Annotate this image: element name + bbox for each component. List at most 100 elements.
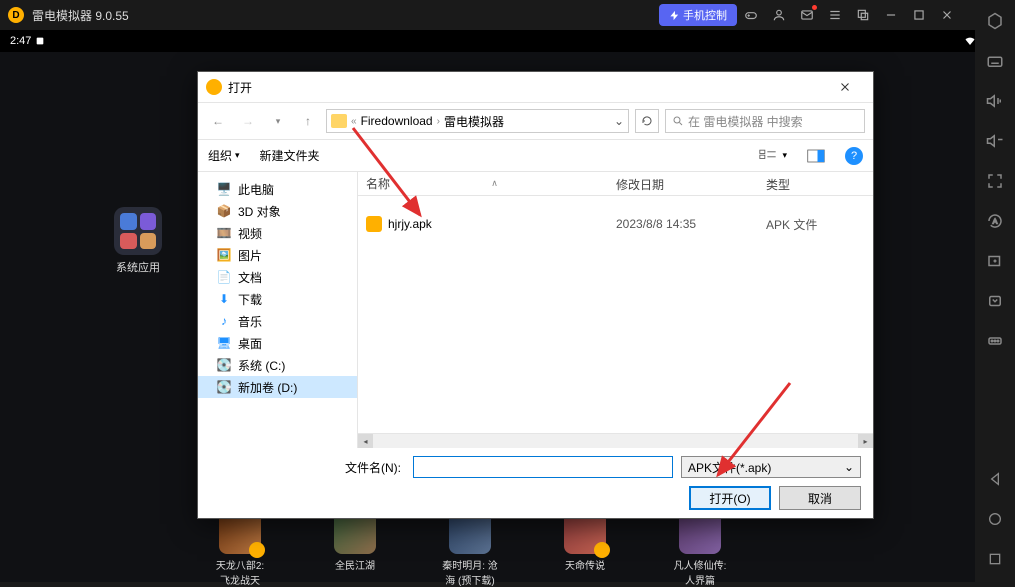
column-type[interactable]: 类型 <box>758 172 873 195</box>
close-button[interactable] <box>933 1 961 29</box>
search-input[interactable]: 在 雷电模拟器 中搜索 <box>665 109 865 133</box>
sidebar-volume-up-button[interactable] <box>984 90 1006 112</box>
drive-icon: 💽 <box>216 379 232 395</box>
pc-icon: 🖥️ <box>216 181 232 197</box>
notification-icon <box>35 36 45 46</box>
sync-icon <box>986 292 1004 310</box>
tree-item-3d[interactable]: 📦3D 对象 <box>198 200 357 222</box>
tree-item-pc[interactable]: 🖥️此电脑 <box>198 178 357 200</box>
sidebar-volume-down-button[interactable] <box>984 130 1006 152</box>
music-icon: ♪ <box>216 313 232 329</box>
dock-app[interactable]: 天命传说 <box>555 512 615 572</box>
preview-pane-button[interactable] <box>807 149 825 163</box>
dock-app[interactable]: 秦时明月: 沧海 (预下载) <box>440 512 500 587</box>
dialog-titlebar: 打开 <box>198 72 873 102</box>
minimize-button[interactable] <box>877 1 905 29</box>
dock-app[interactable]: 凡人修仙传: 人界篇 <box>670 512 730 587</box>
tree-item-drive-d[interactable]: 💽新加卷 (D:) <box>198 376 357 398</box>
phone-control-button[interactable]: 手机控制 <box>659 4 737 26</box>
popout-icon <box>856 8 870 22</box>
search-icon <box>672 115 684 127</box>
app-logo-icon: D <box>8 7 24 23</box>
clock: 2:47 <box>10 35 31 47</box>
horizontal-scrollbar[interactable]: ◂ ▸ <box>358 433 873 448</box>
dock: 天龙八部2: 飞龙战天 全民江湖 秦时明月: 沧海 (预下载) 天命传说 凡人修… <box>0 512 975 582</box>
popout-button[interactable] <box>849 1 877 29</box>
file-row[interactable]: hjrjy.apk 2023/8/8 14:35 APK 文件 <box>358 212 873 236</box>
tree-item-video[interactable]: 🎞️视频 <box>198 222 357 244</box>
nav-forward-button[interactable]: → <box>236 109 260 133</box>
hexagon-icon <box>986 12 1004 30</box>
triangle-back-icon <box>987 471 1003 487</box>
android-back-button[interactable] <box>984 468 1006 490</box>
sidebar-sync-button[interactable] <box>984 290 1006 312</box>
mail-button[interactable] <box>793 1 821 29</box>
column-date[interactable]: 修改日期 <box>608 172 758 195</box>
tree-item-desktop[interactable]: 🖥桌面 <box>198 332 357 354</box>
sidebar-multiwindow-button[interactable] <box>984 250 1006 272</box>
file-type-filter[interactable]: APK文件(*.apk)⌄ <box>681 456 861 478</box>
emulator-titlebar: D 雷电模拟器 9.0.55 手机控制 <box>0 0 1015 30</box>
right-toolbar: A <box>975 0 1015 582</box>
nav-back-button[interactable]: ← <box>206 109 230 133</box>
refresh-icon <box>641 115 653 127</box>
circle-home-icon <box>987 511 1003 527</box>
scroll-right-button[interactable]: ▸ <box>858 434 873 448</box>
close-icon <box>839 81 851 93</box>
maximize-button[interactable] <box>905 1 933 29</box>
filename-input[interactable] <box>413 456 673 478</box>
tree-item-drive-c[interactable]: 💽系统 (C:) <box>198 354 357 376</box>
system-apps-folder[interactable]: 系统应用 <box>108 207 168 275</box>
dialog-title: 打开 <box>228 79 252 96</box>
dialog-nav: ← → ▾ ↑ « Firedownload › 雷电模拟器 ⌄ 在 雷电模拟器… <box>198 102 873 140</box>
sidebar-more-button[interactable] <box>984 330 1006 352</box>
gamepad-icon <box>744 8 758 22</box>
gamepad-button[interactable] <box>737 1 765 29</box>
dialog-footer: 文件名(N): APK文件(*.apk)⌄ 打开(O) 取消 <box>198 448 873 518</box>
open-button[interactable]: 打开(O) <box>689 486 771 510</box>
sidebar-hexagon-button[interactable] <box>984 10 1006 32</box>
help-button[interactable]: ? <box>845 147 863 165</box>
minimize-icon <box>884 8 898 22</box>
scroll-left-button[interactable]: ◂ <box>358 434 373 448</box>
sidebar-fullscreen-button[interactable] <box>984 170 1006 192</box>
new-folder-button[interactable]: 新建文件夹 <box>260 147 320 164</box>
user-icon <box>772 8 786 22</box>
organize-button[interactable]: 组织 ▾ <box>208 147 240 164</box>
account-button[interactable] <box>765 1 793 29</box>
menu-button[interactable] <box>821 1 849 29</box>
sidebar-keyboard-button[interactable] <box>984 50 1006 72</box>
volume-up-icon <box>986 92 1004 110</box>
tree-item-download[interactable]: ⬇下载 <box>198 288 357 310</box>
apk-icon <box>366 216 382 232</box>
dialog-close-button[interactable] <box>825 72 865 102</box>
tree-item-image[interactable]: 🖼️图片 <box>198 244 357 266</box>
square-recent-icon <box>987 551 1003 567</box>
dock-app[interactable]: 全民江湖 <box>325 512 385 572</box>
download-icon: ⬇ <box>216 291 232 307</box>
cube-icon: 📦 <box>216 203 232 219</box>
refresh-button[interactable] <box>635 109 659 133</box>
view-mode-button[interactable]: ▾ <box>759 149 787 163</box>
maximize-icon <box>912 8 926 22</box>
column-name[interactable]: 名称∧ <box>358 172 608 195</box>
folder-tree: 🖥️此电脑 📦3D 对象 🎞️视频 🖼️图片 📄文档 ⬇下载 ♪音乐 🖥桌面 💽… <box>198 172 358 448</box>
dock-app[interactable]: 天龙八部2: 飞龙战天 <box>210 512 270 587</box>
nav-history-button[interactable]: ▾ <box>266 109 290 133</box>
folder-icon <box>331 114 347 128</box>
svg-text:A: A <box>993 218 998 225</box>
nav-up-button[interactable]: ↑ <box>296 109 320 133</box>
preview-icon <box>807 149 825 163</box>
drive-icon: 💽 <box>216 357 232 373</box>
address-breadcrumb[interactable]: « Firedownload › 雷电模拟器 ⌄ <box>326 109 629 133</box>
close-icon <box>940 8 954 22</box>
sidebar-refresh-button[interactable]: A <box>984 210 1006 232</box>
android-recent-button[interactable] <box>984 548 1006 570</box>
list-view-icon <box>759 149 779 163</box>
cancel-button[interactable]: 取消 <box>779 486 861 510</box>
refresh-icon: A <box>986 212 1004 230</box>
android-home-button[interactable] <box>984 508 1006 530</box>
tree-item-music[interactable]: ♪音乐 <box>198 310 357 332</box>
tree-item-doc[interactable]: 📄文档 <box>198 266 357 288</box>
more-icon <box>986 332 1004 350</box>
